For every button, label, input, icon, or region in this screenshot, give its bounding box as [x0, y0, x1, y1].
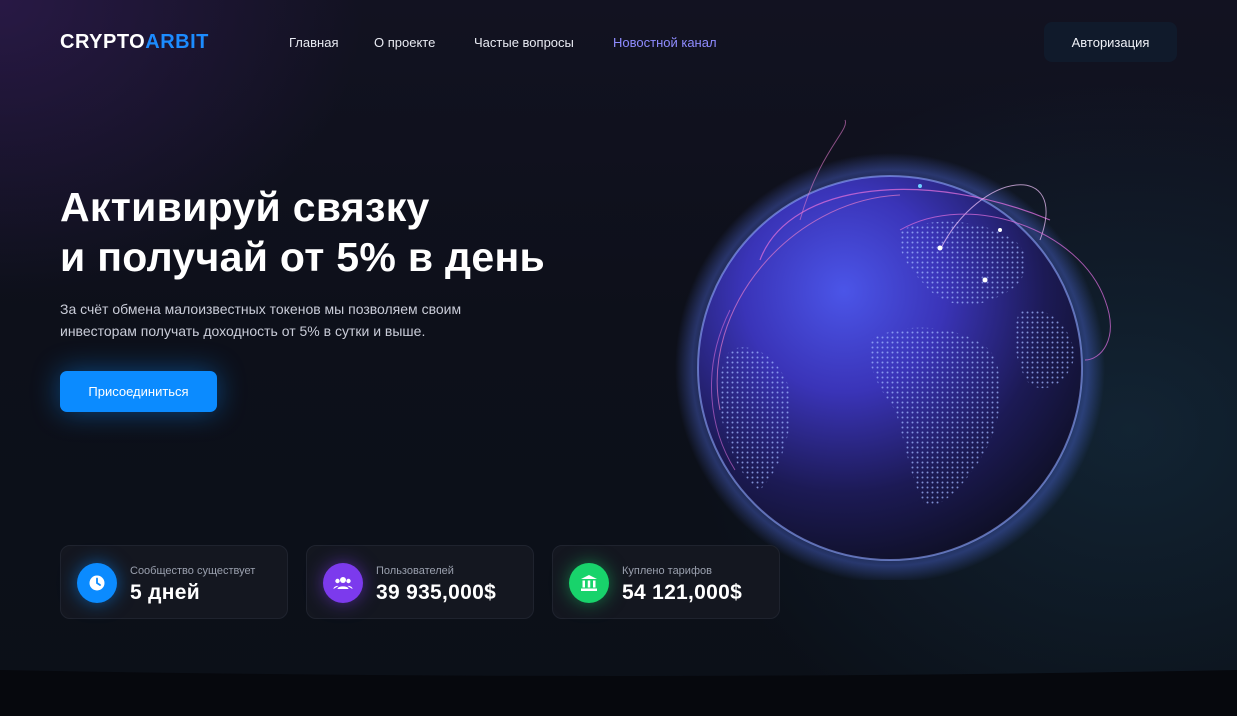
stat-value: 39 935,000$	[376, 581, 497, 604]
stat-card-community: Сообщество существует 5 дней	[60, 545, 288, 619]
hero-subtitle: За счёт обмена малоизвестных токенов мы …	[60, 298, 530, 342]
stat-value: 54 121,000$	[622, 581, 743, 604]
header: CRYPTOARBIT Главная О проекте Частые воп…	[0, 0, 1237, 84]
hero-title-line-2: и получай от 5% в день	[60, 234, 546, 280]
globe-illustration	[640, 110, 1140, 580]
users-icon	[323, 563, 363, 603]
stat-card-users: Пользователей 39 935,000$	[306, 545, 534, 619]
clock-icon	[77, 563, 117, 603]
landing-page: CRYPTOARBIT Главная О проекте Частые воп…	[0, 0, 1237, 716]
stat-label: Куплено тарифов	[622, 565, 712, 577]
logo-text-accent: ARBIT	[145, 31, 209, 53]
main-nav: Главная О проекте Частые вопросы Новостн…	[289, 34, 717, 51]
stat-label: Пользователей	[376, 565, 454, 577]
hero-title-line-1: Активируй связку	[60, 184, 430, 230]
nav-item-faq[interactable]: Частые вопросы	[474, 34, 613, 51]
bank-icon	[569, 563, 609, 603]
auth-button[interactable]: Авторизация	[1044, 22, 1177, 62]
hero-title: Активируй связку и получай от 5% в день	[60, 182, 620, 282]
logo[interactable]: CRYPTOARBIT	[60, 31, 209, 53]
hero-subtitle-line-2: инвесторам получать доходность от 5% в с…	[60, 323, 426, 339]
bottom-section-edge	[0, 670, 1237, 716]
globe-graphic	[675, 119, 1111, 580]
join-button[interactable]: Присоединиться	[60, 371, 217, 412]
nav-item-news[interactable]: Новостной канал	[613, 34, 717, 51]
stat-label: Сообщество существует	[130, 565, 256, 577]
nav-item-home[interactable]: Главная	[289, 34, 374, 51]
stat-card-tariffs: Куплено тарифов 54 121,000$	[552, 545, 780, 619]
nav-item-about[interactable]: О проекте	[374, 34, 474, 51]
stat-value: 5 дней	[130, 581, 200, 604]
logo-text-primary: CRYPTO	[60, 31, 146, 53]
hero-subtitle-line-1: За счёт обмена малоизвестных токенов мы …	[60, 301, 462, 317]
